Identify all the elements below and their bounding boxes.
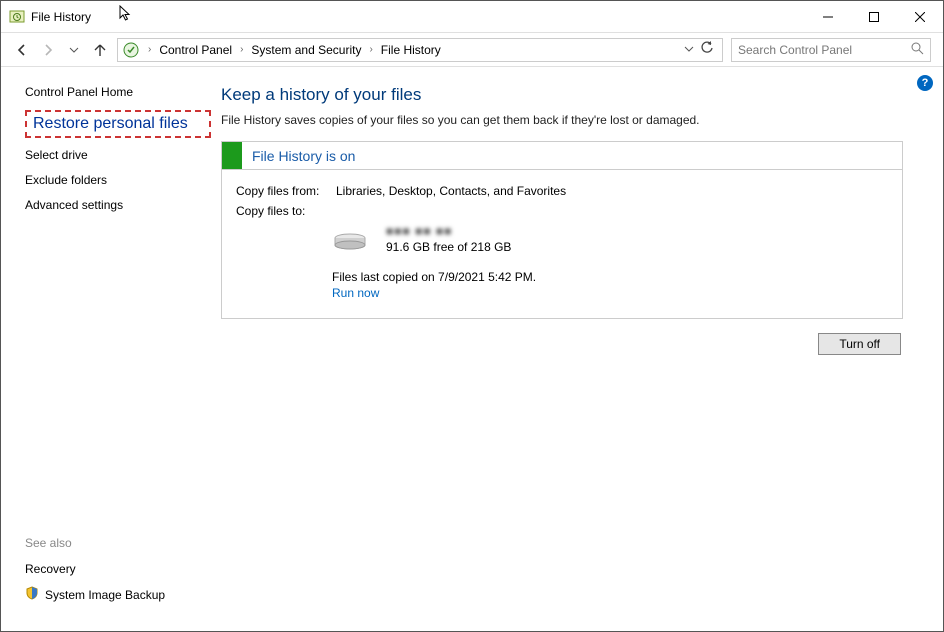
breadcrumb-root[interactable]: Control Panel <box>157 43 234 57</box>
content-area: ? Keep a history of your files File Hist… <box>211 67 943 631</box>
refresh-button[interactable] <box>700 41 714 58</box>
sidebar-restore-highlighted[interactable]: Restore personal files <box>25 110 211 138</box>
close-button[interactable] <box>897 2 943 32</box>
copy-from-value: Libraries, Desktop, Contacts, and Favori… <box>336 184 566 198</box>
drive-name-redacted: ■■■ ■■ ■■ <box>386 224 511 238</box>
search-placeholder: Search Control Panel <box>738 43 852 57</box>
turn-off-button[interactable]: Turn off <box>818 333 901 355</box>
chevron-right-icon[interactable]: › <box>234 44 249 55</box>
cursor-icon <box>119 5 133 28</box>
panel-title: File History is on <box>252 148 355 164</box>
recent-dropdown[interactable] <box>65 41 83 59</box>
search-icon[interactable] <box>911 42 924 58</box>
see-also-section: See also Recovery System Image Backup <box>25 536 211 631</box>
window-title: File History <box>31 10 91 24</box>
file-history-app-icon <box>9 9 25 25</box>
sidebar-restore-label: Restore personal files <box>33 115 188 132</box>
sidebar: Control Panel Home Restore personal file… <box>1 67 211 631</box>
last-copied-text: Files last copied on 7/9/2021 5:42 PM. <box>332 270 888 284</box>
sidebar-home[interactable]: Control Panel Home <box>25 85 211 99</box>
help-icon[interactable]: ? <box>917 75 933 91</box>
sidebar-advanced-settings[interactable]: Advanced settings <box>25 198 211 212</box>
forward-button[interactable] <box>39 41 57 59</box>
status-panel: File History is on Copy files from: Libr… <box>221 141 903 319</box>
up-button[interactable] <box>91 41 109 59</box>
navbar: › Control Panel › System and Security › … <box>1 33 943 67</box>
chevron-right-icon[interactable]: › <box>142 44 157 55</box>
status-on-indicator <box>222 142 242 169</box>
drive-icon <box>332 232 368 252</box>
page-heading: Keep a history of your files <box>221 85 903 105</box>
panel-header: File History is on <box>222 142 902 170</box>
sidebar-exclude-folders[interactable]: Exclude folders <box>25 173 211 187</box>
search-input[interactable]: Search Control Panel <box>731 38 931 62</box>
see-also-system-image-backup[interactable]: System Image Backup <box>25 586 211 603</box>
copy-from-label: Copy files from: <box>236 184 336 198</box>
control-panel-icon <box>122 41 140 59</box>
breadcrumb-mid[interactable]: System and Security <box>249 43 363 57</box>
window-controls <box>805 2 943 32</box>
back-button[interactable] <box>13 41 31 59</box>
address-bar[interactable]: › Control Panel › System and Security › … <box>117 38 723 62</box>
maximize-button[interactable] <box>851 2 897 32</box>
see-also-sib-label: System Image Backup <box>45 588 165 602</box>
breadcrumb-leaf[interactable]: File History <box>379 43 443 57</box>
page-subtext: File History saves copies of your files … <box>221 113 903 127</box>
chevron-right-icon[interactable]: › <box>363 44 378 55</box>
shield-icon <box>25 586 39 603</box>
see-also-header: See also <box>25 536 211 550</box>
sidebar-select-drive[interactable]: Select drive <box>25 148 211 162</box>
see-also-recovery[interactable]: Recovery <box>25 562 211 576</box>
drive-free-space: 91.6 GB free of 218 GB <box>386 240 511 254</box>
copy-to-label: Copy files to: <box>236 204 336 218</box>
see-also-recovery-label: Recovery <box>25 562 76 576</box>
minimize-button[interactable] <box>805 2 851 32</box>
address-dropdown-icon[interactable] <box>684 43 694 57</box>
titlebar: File History <box>1 1 943 33</box>
run-now-link[interactable]: Run now <box>332 286 888 300</box>
panel-body: Copy files from: Libraries, Desktop, Con… <box>222 170 902 318</box>
